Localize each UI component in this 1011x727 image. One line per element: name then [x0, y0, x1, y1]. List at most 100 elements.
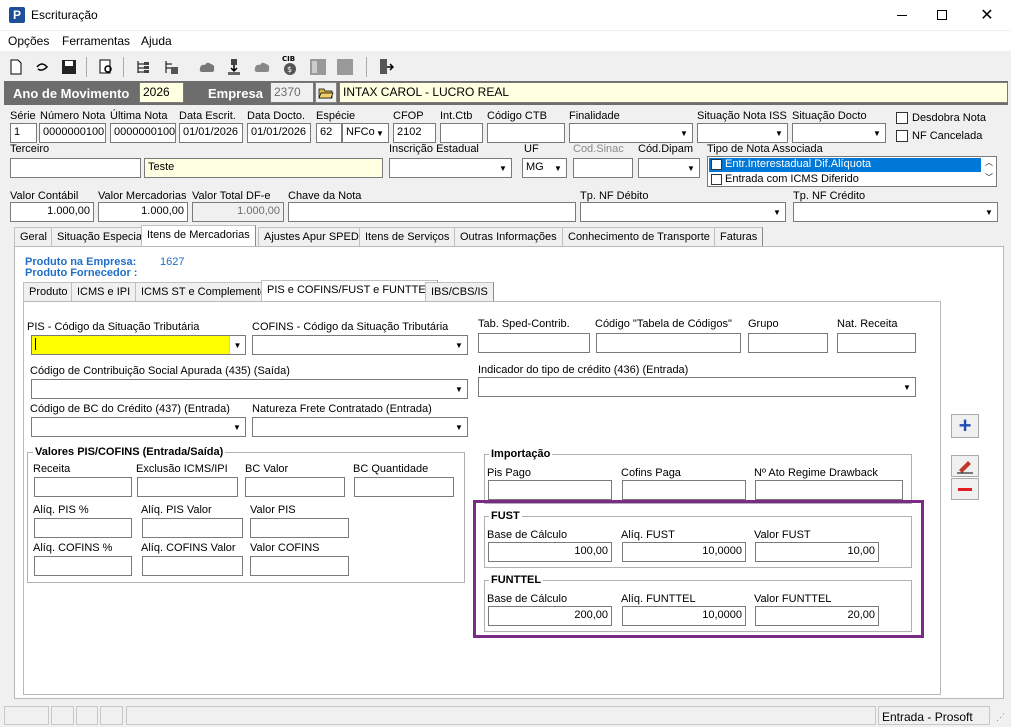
- aliq-cofins-valor-field[interactable]: [142, 556, 243, 576]
- grupo-field[interactable]: [748, 333, 828, 353]
- natureza-frete-select[interactable]: ▼: [252, 417, 468, 437]
- valor-mercadorias-field[interactable]: 1.000,00: [98, 202, 188, 222]
- situacao-nota-iss-select[interactable]: ▼: [697, 123, 788, 143]
- cib-money-icon[interactable]: CIB $: [278, 53, 302, 77]
- remove-item-button[interactable]: [951, 478, 979, 500]
- chevron-up-icon[interactable]: ︿: [985, 157, 993, 168]
- menu-ferramentas[interactable]: Ferramentas: [62, 34, 130, 48]
- panel-icon[interactable]: [306, 55, 330, 79]
- int-ctb-field[interactable]: [440, 123, 483, 143]
- cod-dipam-select[interactable]: ▼: [638, 158, 700, 178]
- tp-nf-debito-select[interactable]: ▼: [580, 202, 786, 222]
- tab-ajustes-apur-sped[interactable]: Ajustes Apur SPED: [258, 227, 365, 246]
- uf-select[interactable]: MG ▼: [522, 158, 567, 178]
- tree-settings-icon[interactable]: [159, 55, 183, 79]
- contrib-social-select[interactable]: ▼: [31, 379, 468, 399]
- tab-outras-informacoes[interactable]: Outras Informações: [454, 227, 563, 246]
- tab-pis-cofins-fust-funttel[interactable]: PIS e COFINS/FUST e FUNTTEL: [261, 280, 438, 301]
- chevron-down-icon[interactable]: ﹀: [985, 172, 993, 183]
- inscricao-estadual-select[interactable]: ▼: [389, 158, 512, 178]
- desdobra-nota-checkbox[interactable]: [896, 112, 908, 124]
- import-icon[interactable]: [222, 55, 246, 79]
- ultima-nota-field[interactable]: 0000000100: [110, 123, 176, 143]
- terceiro-name-field[interactable]: Teste: [144, 158, 383, 178]
- undo-icon[interactable]: [30, 55, 54, 79]
- tab-sped-contrib-field[interactable]: [478, 333, 590, 353]
- numero-nota-field[interactable]: 0000000100: [39, 123, 106, 143]
- minimize-button[interactable]: [880, 0, 924, 30]
- tab-situacao-especial[interactable]: Situação Especial: [51, 227, 151, 246]
- aliq-cofins-pct-field[interactable]: [34, 556, 132, 576]
- resize-grip-icon[interactable]: ⋰: [996, 712, 1005, 723]
- cloud-icon[interactable]: [195, 55, 219, 79]
- edit-item-button[interactable]: [951, 455, 979, 477]
- add-item-button[interactable]: +: [951, 414, 979, 438]
- tab-icms-st-complemento[interactable]: ICMS ST e Complemento: [135, 282, 273, 301]
- save-icon[interactable]: [57, 55, 81, 79]
- situacao-docto-select[interactable]: ▼: [792, 123, 886, 143]
- ato-drawback-field[interactable]: [755, 480, 903, 500]
- indicador-credito-select[interactable]: ▼: [478, 377, 916, 397]
- tab-ibs-cbs-is[interactable]: IBS/CBS/IS: [425, 282, 494, 301]
- pis-pago-field[interactable]: [488, 480, 612, 500]
- tab-faturas[interactable]: Faturas: [714, 227, 764, 246]
- nf-cancelada-checkbox[interactable]: [896, 130, 908, 142]
- especie-code-field[interactable]: 62: [316, 123, 342, 143]
- tab-icms-ipi[interactable]: ICMS e IPI: [71, 282, 137, 301]
- pis-cst-select[interactable]: ▼: [31, 335, 246, 355]
- cfop-field[interactable]: 2102: [393, 123, 436, 143]
- valor-pis-field[interactable]: [250, 518, 349, 538]
- chave-nota-field[interactable]: [288, 202, 576, 222]
- finalidade-select[interactable]: ▼: [569, 123, 693, 143]
- list-item-checkbox[interactable]: [711, 159, 722, 170]
- cofins-cst-select[interactable]: ▼: [252, 335, 468, 355]
- funttel-valor-field[interactable]: 20,00: [755, 606, 879, 626]
- empresa-code-field[interactable]: 2370: [270, 82, 314, 103]
- exit-icon[interactable]: [374, 55, 398, 79]
- aliq-pis-pct-field[interactable]: [34, 518, 132, 538]
- exclusao-field[interactable]: [137, 477, 238, 497]
- menu-ajuda[interactable]: Ajuda: [141, 34, 172, 48]
- fust-valor-field[interactable]: 10,00: [755, 542, 879, 562]
- tab-produto[interactable]: Produto: [23, 282, 74, 301]
- data-escrit-field[interactable]: 01/01/2026: [179, 123, 243, 143]
- tipo-nota-associada-list[interactable]: Entr.Interestadual Dif.Alíquota Entrada …: [707, 156, 997, 187]
- tab-itens-de-mercadorias[interactable]: Itens de Mercadorias: [141, 225, 256, 246]
- fust-base-field[interactable]: 100,00: [488, 542, 612, 562]
- tree-list-icon[interactable]: [131, 55, 155, 79]
- list-scrollbar[interactable]: ︿ ﹀: [982, 157, 997, 186]
- fust-aliq-field[interactable]: 10,0000: [622, 542, 746, 562]
- nat-receita-field[interactable]: [837, 333, 916, 353]
- data-docto-field[interactable]: 01/01/2026: [247, 123, 311, 143]
- funttel-base-field[interactable]: 200,00: [488, 606, 612, 626]
- new-document-icon[interactable]: [4, 55, 28, 79]
- tab-conhecimento-de-transporte[interactable]: Conhecimento de Transporte: [562, 227, 716, 246]
- valor-contabil-field[interactable]: 1.000,00: [10, 202, 94, 222]
- tp-nf-credito-select[interactable]: ▼: [793, 202, 998, 222]
- menu-opcoes[interactable]: Opções: [8, 34, 49, 48]
- ano-movimento-field[interactable]: 2026: [139, 82, 184, 103]
- cod-sinac-field[interactable]: [573, 158, 633, 178]
- serie-field[interactable]: 1: [10, 123, 37, 143]
- cofins-paga-field[interactable]: [622, 480, 746, 500]
- codigo-ctb-field[interactable]: [487, 123, 565, 143]
- funttel-aliq-field[interactable]: 10,0000: [622, 606, 746, 626]
- bc-quantidade-field[interactable]: [354, 477, 454, 497]
- cloud-icon-2[interactable]: [250, 55, 274, 79]
- bc-valor-field[interactable]: [245, 477, 345, 497]
- panel-icon-2[interactable]: [333, 55, 357, 79]
- valor-cofins-field[interactable]: [250, 556, 349, 576]
- empresa-name-field[interactable]: INTAX CAROL - LUCRO REAL: [339, 82, 1008, 103]
- especie-select[interactable]: NFCo ▼: [342, 123, 389, 143]
- print-preview-icon[interactable]: [94, 55, 118, 79]
- tab-geral[interactable]: Geral: [14, 227, 53, 246]
- valor-total-dfe-field[interactable]: 1.000,00: [192, 202, 284, 222]
- codigo-tabela-field[interactable]: [596, 333, 741, 353]
- list-item[interactable]: Entrada com ICMS Diferido: [709, 173, 981, 187]
- close-button[interactable]: ✕: [965, 0, 1009, 30]
- open-folder-button[interactable]: [315, 82, 337, 103]
- bc-credito-select[interactable]: ▼: [31, 417, 246, 437]
- maximize-button[interactable]: [920, 0, 964, 30]
- list-item-checkbox[interactable]: [711, 174, 722, 185]
- aliq-pis-valor-field[interactable]: [142, 518, 243, 538]
